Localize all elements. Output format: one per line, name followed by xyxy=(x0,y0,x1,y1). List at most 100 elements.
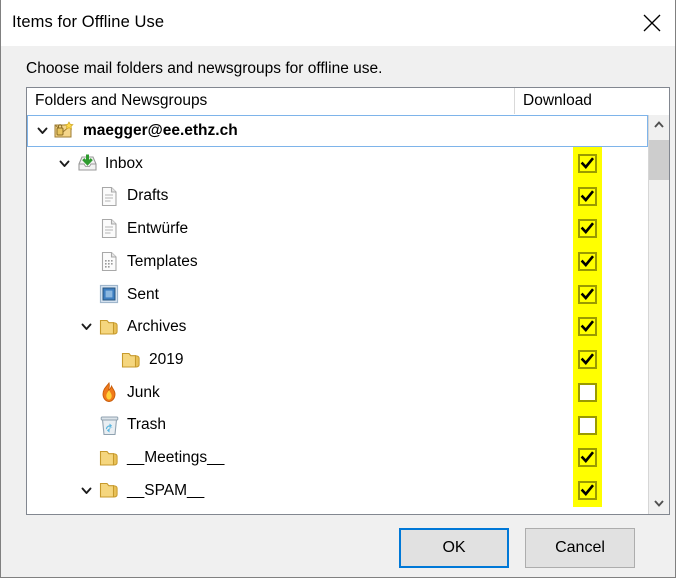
folder-icon-slot xyxy=(96,251,122,273)
checkmark-icon xyxy=(580,352,595,367)
tree-row[interactable]: __Meetings__ xyxy=(27,441,648,474)
vertical-scrollbar[interactable] xyxy=(648,114,669,514)
chevron-down-icon xyxy=(36,124,49,137)
tree-row[interactable]: Drafts xyxy=(27,180,648,213)
tree-expander-toggle[interactable] xyxy=(33,121,52,140)
scrollbar-track[interactable] xyxy=(649,135,669,493)
tree-row[interactable]: Trash xyxy=(27,409,648,442)
download-checkbox-cell[interactable] xyxy=(573,179,602,213)
column-header-folders[interactable]: Folders and Newsgroups xyxy=(27,87,515,114)
tree-row[interactable]: Junk xyxy=(27,376,648,409)
folder-tree-panel: Folders and Newsgroups Download maegger@… xyxy=(26,86,670,515)
folder-icon-slot xyxy=(118,349,144,371)
folder-icon-slot xyxy=(74,153,100,175)
junk-flame-icon xyxy=(100,381,118,403)
download-checkbox[interactable] xyxy=(578,317,597,337)
tree-row[interactable]: __SPAM__ xyxy=(27,474,648,507)
tree-expander-placeholder xyxy=(77,383,96,402)
download-checkbox-cell[interactable] xyxy=(573,343,602,376)
folder-icon-slot xyxy=(52,120,78,142)
download-checkbox[interactable] xyxy=(578,480,597,500)
tree-row-label: Inbox xyxy=(105,154,143,172)
tree-expander-toggle[interactable] xyxy=(77,317,96,336)
checkmark-icon xyxy=(580,319,595,334)
tree-body: maegger@ee.ethz.ch Inbox Drafts Entwürfe… xyxy=(27,114,669,514)
tree-row[interactable]: Inbox xyxy=(27,147,648,180)
tree-row-label: __SPAM__ xyxy=(127,481,205,499)
chevron-down-icon xyxy=(80,484,93,497)
checkmark-icon xyxy=(580,418,595,433)
chevron-down-icon xyxy=(102,353,115,366)
folder-icon-slot xyxy=(96,185,122,207)
tree-row-label: Templates xyxy=(127,252,198,270)
download-checkbox-cell[interactable] xyxy=(573,147,602,180)
download-checkbox-cell[interactable] xyxy=(573,474,602,507)
tree-expander-placeholder xyxy=(77,285,96,304)
tree-row-label: Entwürfe xyxy=(127,220,189,238)
tree-row[interactable]: Entwürfe xyxy=(27,213,648,246)
download-checkbox-cell[interactable] xyxy=(573,277,602,311)
download-checkbox[interactable] xyxy=(578,284,597,304)
cancel-button[interactable]: Cancel xyxy=(525,527,635,568)
chevron-down-icon xyxy=(80,419,93,432)
account-mail-lock-icon xyxy=(54,121,76,140)
tree-expander-placeholder xyxy=(77,416,96,435)
download-checkbox[interactable] xyxy=(578,186,597,206)
tree-row[interactable]: maegger@ee.ethz.ch xyxy=(27,114,648,148)
title-bar: Items for Offline Use xyxy=(1,0,675,46)
download-checkbox[interactable] xyxy=(578,448,597,468)
download-checkbox[interactable] xyxy=(578,350,597,370)
download-checkbox[interactable] xyxy=(578,415,597,435)
chevron-down-icon xyxy=(80,255,93,268)
download-checkbox[interactable] xyxy=(578,252,597,272)
download-checkbox[interactable] xyxy=(578,219,597,239)
scrollbar-thumb[interactable] xyxy=(649,139,669,180)
dialog-content: Choose mail folders and newsgroups for o… xyxy=(1,46,675,577)
tree-row-label: maegger@ee.ethz.ch xyxy=(83,122,238,140)
checkmark-icon xyxy=(580,221,595,236)
download-checkbox-cell[interactable] xyxy=(573,212,602,246)
folder-icon-slot xyxy=(96,283,122,305)
folder-icon xyxy=(99,449,120,467)
download-checkbox-cell[interactable] xyxy=(573,376,602,409)
tree-row[interactable]: Archives xyxy=(27,311,648,344)
close-icon xyxy=(642,13,662,33)
tree-column-headers: Folders and Newsgroups Download xyxy=(27,87,669,115)
chevron-down-icon xyxy=(80,386,93,399)
column-header-download[interactable]: Download xyxy=(515,88,669,114)
folder-icon-slot xyxy=(96,447,122,469)
chevron-down-icon xyxy=(80,190,93,203)
download-checkbox-cell[interactable] xyxy=(573,310,602,344)
chevron-down-icon xyxy=(80,222,93,235)
checkmark-icon xyxy=(580,156,595,171)
tree-expander-placeholder xyxy=(77,187,96,206)
download-checkbox[interactable] xyxy=(578,382,597,402)
tree-row[interactable]: Sent xyxy=(27,278,648,311)
tree-expander-toggle[interactable] xyxy=(55,154,74,173)
folder-icon-slot xyxy=(96,414,122,436)
tree-row[interactable]: Templates xyxy=(27,245,648,278)
checkmark-icon xyxy=(580,287,595,302)
tree-row-label: Junk xyxy=(127,383,160,401)
checkmark-icon xyxy=(580,189,595,204)
tree-row[interactable]: 2019 xyxy=(27,343,648,376)
folder-tree-list[interactable]: maegger@ee.ethz.ch Inbox Drafts Entwürfe… xyxy=(27,114,648,514)
download-checkbox-cell[interactable] xyxy=(573,441,602,475)
chevron-down-icon xyxy=(80,451,93,464)
ok-button[interactable]: OK xyxy=(399,527,509,568)
download-checkbox[interactable] xyxy=(578,154,597,174)
scroll-down-button[interactable] xyxy=(649,492,669,514)
checkmark-icon xyxy=(580,450,595,465)
tree-expander-placeholder xyxy=(77,252,96,271)
download-checkbox-cell[interactable] xyxy=(573,408,602,442)
close-button[interactable] xyxy=(629,0,675,45)
sent-stamp-icon xyxy=(99,284,119,304)
tree-row-label: Archives xyxy=(127,318,187,336)
scroll-up-button[interactable] xyxy=(649,114,669,136)
folder-icon-slot xyxy=(96,479,122,501)
tree-expander-placeholder xyxy=(77,219,96,238)
tree-expander-toggle[interactable] xyxy=(77,481,96,500)
checkmark-icon xyxy=(580,483,595,498)
download-checkbox-cell[interactable] xyxy=(573,245,602,278)
document-icon xyxy=(101,186,118,207)
